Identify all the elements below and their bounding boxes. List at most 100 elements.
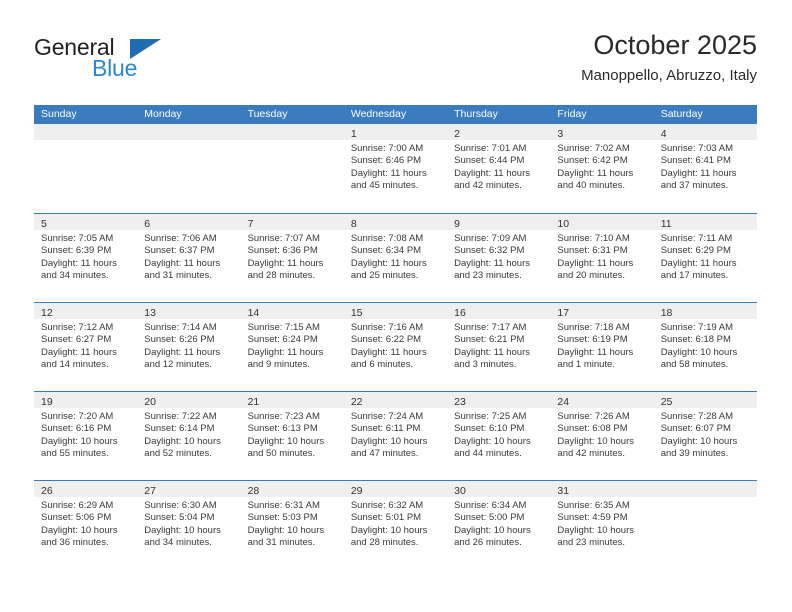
calendar-day-cell[interactable]: 19 Sunrise: 7:20 AM Sunset: 6:16 PM Dayligh… [34,392,138,480]
calendar-day-cell[interactable]: 24 Sunrise: 7:26 AM Sunset: 6:08 PM Dayligh… [550,392,654,480]
day-number: 28 [247,485,260,497]
sunrise-text: Sunrise: 7:28 AM [660,411,734,422]
daylight-text-line2: and 37 minutes. [660,180,729,192]
day-number-band: 25 [653,392,757,408]
calendar-grid: Sunday Monday Tuesday Wednesday Thursday Frid… [34,105,757,569]
day-detail-lines: Sunrise: 7:05 AM Sunset: 6:39 PM Daylight:… [34,230,137,283]
calendar-day-cell[interactable]: 8 Sunrise: 7:08 AM Sunset: 6:34 PM Daylight… [343,214,448,302]
calendar-day-cell[interactable]: 9 Sunrise: 7:09 AM Sunset: 6:32 PM Daylight… [447,214,551,302]
sunrise-text: Sunrise: 7:03 AM [660,143,734,154]
daylight-text-line1: Daylight: 11 hours [144,257,221,269]
calendar-day-cell[interactable]: 5 Sunrise: 7:05 AM Sunset: 6:39 PM Daylight… [34,214,138,302]
day-detail-lines: Sunrise: 7:22 AM Sunset: 6:14 PM Daylight:… [137,408,240,461]
sunset-text: Sunset: 6:16 PM [41,423,112,435]
calendar-week-row: 26 Sunrise: 6:29 AM Sunset: 5:06 PM Dayligh… [34,480,757,569]
day-detail-lines: Sunrise: 7:20 AM Sunset: 6:16 PM Daylight:… [34,408,137,461]
day-detail-lines: Sunrise: 7:00 AM Sunset: 6:46 PM Daylight:… [344,140,447,193]
day-number: 14 [247,307,260,319]
sunrise-text: Sunrise: 6:31 AM [247,500,320,511]
calendar-day-cell[interactable]: 21 Sunrise: 7:23 AM Sunset: 6:13 PM Dayligh… [240,392,344,480]
calendar-day-cell[interactable]: 13 Sunrise: 7:14 AM Sunset: 6:26 PM Dayligh… [137,303,241,391]
day-number-band: 24 [550,392,654,408]
calendar-day-cell[interactable]: 20 Sunrise: 7:22 AM Sunset: 6:14 PM Dayligh… [137,392,241,480]
sunset-text: Sunset: 5:03 PM [247,512,318,524]
calendar-day-cell[interactable]: 3 Sunrise: 7:02 AM Sunset: 6:42 PM Daylight… [550,124,654,213]
day-number-band: 26 [34,481,138,497]
sunrise-text: Sunrise: 7:09 AM [454,233,527,244]
day-number-band: 9 [447,214,551,230]
day-number: 26 [41,485,53,497]
day-number: 25 [660,396,673,408]
daylight-text-line1: Daylight: 10 hours [350,435,428,447]
calendar-day-cell[interactable]: 4 Sunrise: 7:03 AM Sunset: 6:41 PM Daylight… [653,124,757,213]
day-number-band: 17 [550,303,654,319]
day-detail-lines: Sunrise: 6:30 AM Sunset: 5:04 PM Daylight:… [137,497,240,550]
day-number: 9 [454,218,460,230]
sunset-text: Sunset: 5:04 PM [144,512,215,524]
calendar-day-cell[interactable]: 23 Sunrise: 7:25 AM Sunset: 6:10 PM Dayligh… [447,392,551,480]
sunset-text: Sunset: 6:42 PM [557,155,628,167]
calendar-day-cell[interactable]: 22 Sunrise: 7:24 AM Sunset: 6:11 PM Dayligh… [343,392,448,480]
calendar-day-cell[interactable]: 25 Sunrise: 7:28 AM Sunset: 6:07 PM Dayligh… [653,392,757,480]
calendar-day-cell[interactable]: 31 Sunrise: 6:35 AM Sunset: 4:59 PM Dayligh… [550,481,654,569]
page-subtitle: Manoppello, Abruzzo, Italy [581,67,757,84]
daylight-text-line1: Daylight: 10 hours [454,435,531,447]
day-number: 15 [350,307,363,319]
page-title: October 2025 [593,30,757,60]
calendar-day-cell[interactable]: 10 Sunrise: 7:10 AM Sunset: 6:31 PM Dayligh… [550,214,654,302]
calendar-day-cell[interactable]: 15 Sunrise: 7:16 AM Sunset: 6:22 PM Dayligh… [343,303,448,391]
daylight-text-line1: Daylight: 10 hours [41,435,118,447]
day-detail-lines: Sunrise: 7:10 AM Sunset: 6:31 PM Daylight:… [550,230,653,283]
daylight-text-line2: and 39 minutes. [660,448,729,460]
day-number-band: 8 [343,214,448,230]
calendar-week-row: 1 Sunrise: 7:00 AM Sunset: 6:46 PM Daylight… [34,124,757,213]
day-number: 17 [557,307,570,319]
sunset-text: Sunset: 6:08 PM [557,423,628,435]
daylight-text-line1: Daylight: 11 hours [350,257,427,269]
daylight-text-line1: Daylight: 11 hours [557,257,634,269]
calendar-day-cell[interactable]: 18 Sunrise: 7:19 AM Sunset: 6:18 PM Dayligh… [653,303,757,391]
day-number: 19 [41,396,53,408]
daylight-text-line2: and 6 minutes. [350,359,414,371]
calendar-day-cell[interactable]: 14 Sunrise: 7:15 AM Sunset: 6:24 PM Dayligh… [240,303,344,391]
sunset-text: Sunset: 6:27 PM [41,334,112,346]
sunset-text: Sunset: 6:11 PM [350,423,421,435]
calendar-day-cell[interactable]: 28 Sunrise: 6:31 AM Sunset: 5:03 PM Dayligh… [240,481,344,569]
sunset-text: Sunset: 4:59 PM [557,512,628,524]
sunrise-text: Sunrise: 7:11 AM [660,233,733,244]
calendar-day-cell[interactable]: 29 Sunrise: 6:32 AM Sunset: 5:01 PM Dayligh… [343,481,448,569]
calendar-weeks: 1 Sunrise: 7:00 AM Sunset: 6:46 PM Daylight… [34,124,757,569]
calendar-day-cell[interactable]: 27 Sunrise: 6:30 AM Sunset: 5:04 PM Dayligh… [137,481,241,569]
day-number-band [137,124,241,140]
sunrise-text: Sunrise: 7:07 AM [247,233,320,244]
calendar-day-cell[interactable]: 6 Sunrise: 7:06 AM Sunset: 6:37 PM Daylight… [137,214,241,302]
sunset-text: Sunset: 6:31 PM [557,245,628,257]
calendar-day-cell[interactable]: 7 Sunrise: 7:07 AM Sunset: 6:36 PM Daylight… [240,214,344,302]
calendar-day-cell[interactable]: 26 Sunrise: 6:29 AM Sunset: 5:06 PM Dayligh… [34,481,138,569]
day-number-band: 20 [137,392,241,408]
day-detail-lines: Sunrise: 6:32 AM Sunset: 5:01 PM Daylight:… [344,497,447,550]
day-number-band: 28 [240,481,344,497]
day-number: 16 [454,307,466,319]
calendar-day-cell[interactable]: 30 Sunrise: 6:34 AM Sunset: 5:00 PM Dayligh… [447,481,551,569]
calendar-day-cell[interactable]: 12 Sunrise: 7:12 AM Sunset: 6:27 PM Dayligh… [34,303,138,391]
calendar-day-cell[interactable]: 17 Sunrise: 7:18 AM Sunset: 6:19 PM Dayligh… [550,303,654,391]
day-detail-lines: Sunrise: 7:18 AM Sunset: 6:19 PM Daylight:… [550,319,653,372]
sunrise-text: Sunrise: 7:06 AM [144,233,217,244]
day-number-band: 1 [343,124,448,140]
sunset-text: Sunset: 6:29 PM [660,245,731,257]
calendar-day-cell[interactable]: 2 Sunrise: 7:01 AM Sunset: 6:44 PM Daylight… [447,124,551,213]
day-number: 11 [660,218,672,230]
calendar-day-cell[interactable]: 11 Sunrise: 7:11 AM Sunset: 6:29 PM Dayligh… [653,214,757,302]
calendar-day-cell[interactable]: 16 Sunrise: 7:17 AM Sunset: 6:21 PM Dayligh… [447,303,551,391]
daylight-text-line2: and 17 minutes. [660,270,729,282]
general-blue-logo: General Blue [34,34,254,92]
daylight-text-line2: and 12 minutes. [144,359,212,371]
sunset-text: Sunset: 6:18 PM [660,334,731,346]
sunrise-text: Sunrise: 7:00 AM [350,143,424,154]
calendar-day-cell[interactable]: 1 Sunrise: 7:00 AM Sunset: 6:46 PM Daylight… [343,124,448,213]
title-block: October 2025 Manoppello, Abruzzo, Italy [581,28,757,87]
daylight-text-line1: Daylight: 11 hours [247,257,324,269]
day-number-band: 11 [653,214,757,230]
day-number: 4 [660,128,667,140]
